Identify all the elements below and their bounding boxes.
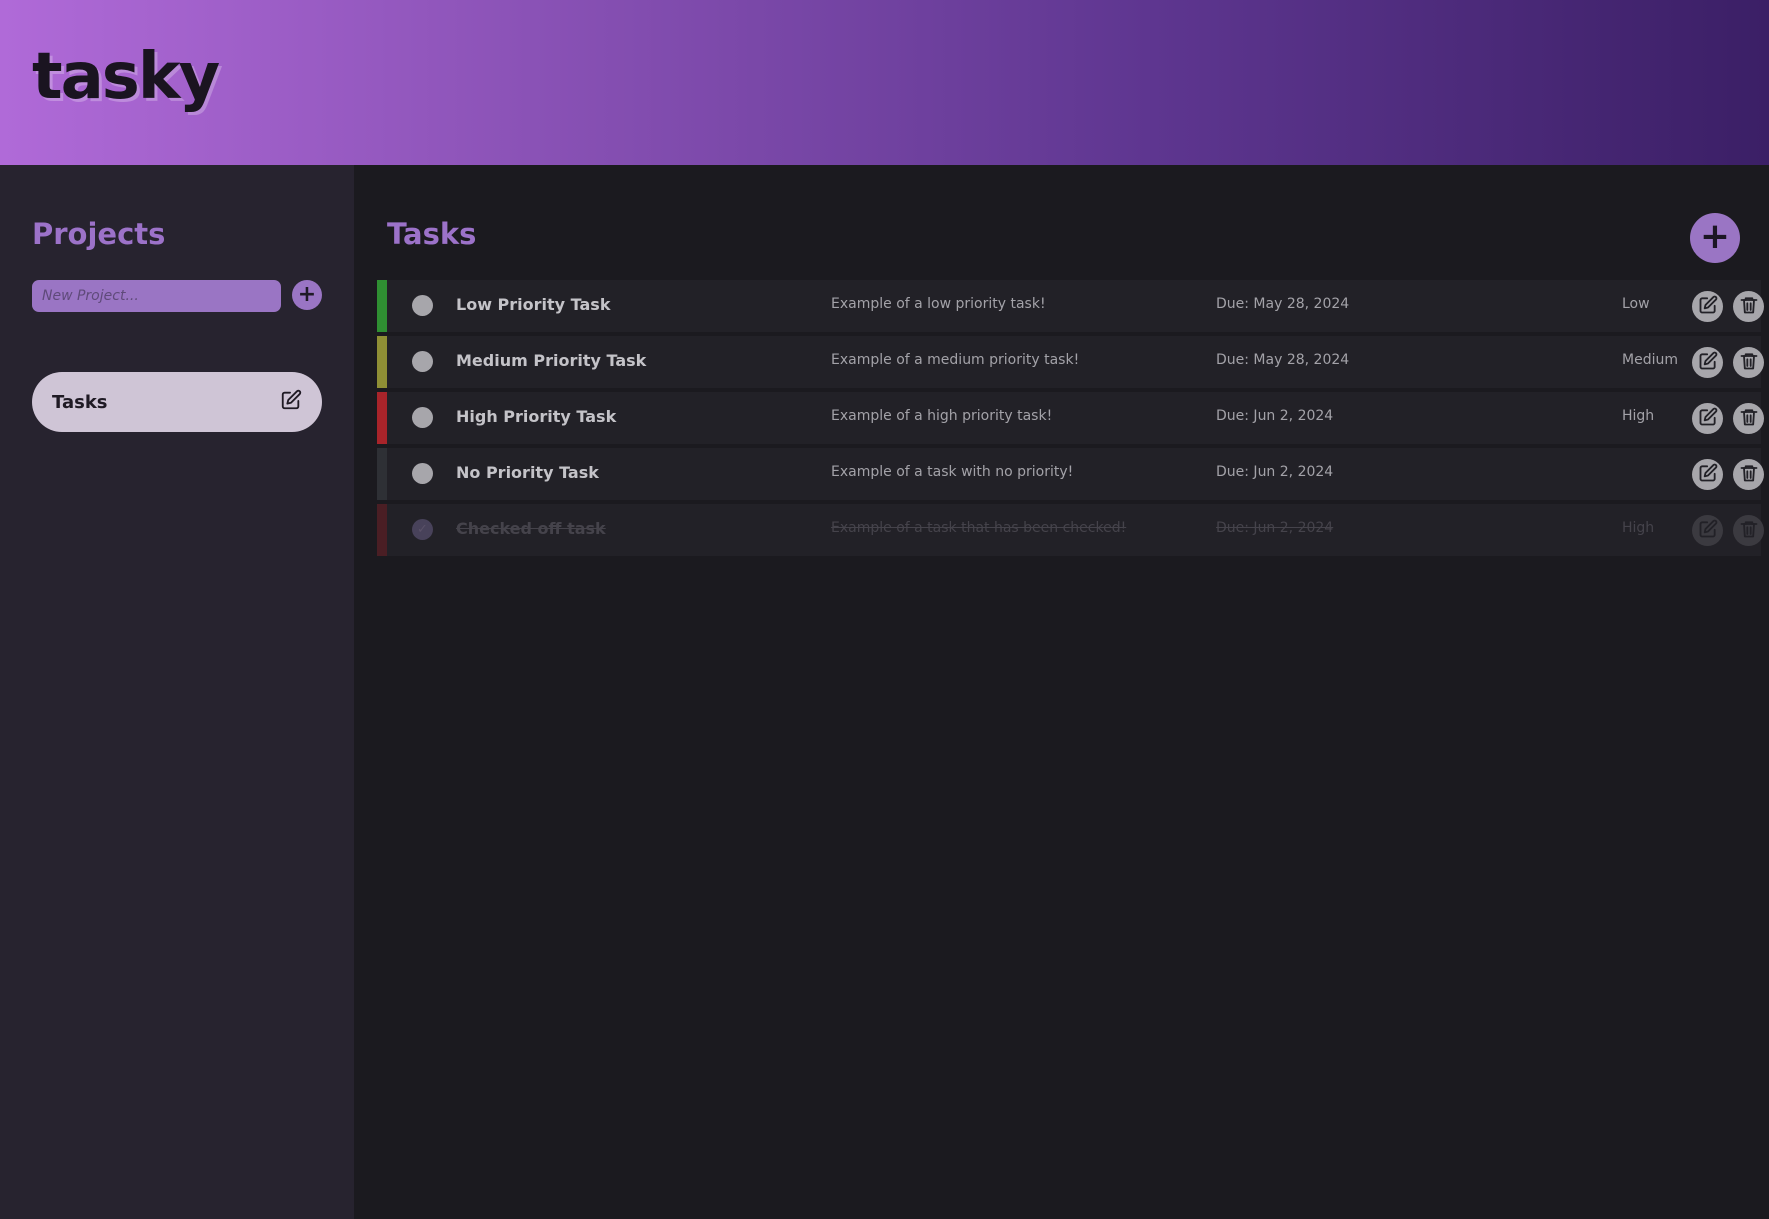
priority-indicator: [377, 280, 387, 332]
priority-indicator: [377, 392, 387, 444]
task-checkbox[interactable]: [412, 407, 433, 428]
task-priority-label: High: [1622, 408, 1655, 424]
task-row[interactable]: Low Priority Task Example of a low priori…: [377, 280, 1764, 332]
task-row[interactable]: ✓ Checked off task Example of a task that …: [377, 504, 1764, 556]
priority-indicator: [377, 448, 387, 500]
task-name: Medium Priority Task: [456, 351, 647, 370]
task-checkbox[interactable]: [412, 351, 433, 372]
task-name: Low Priority Task: [456, 295, 611, 314]
task-description: Example of a task with no priority!: [831, 464, 1074, 480]
task-description: Example of a high priority task!: [831, 408, 1053, 424]
edit-icon[interactable]: [280, 389, 302, 415]
delete-task-button[interactable]: [1733, 291, 1764, 322]
task-checkbox[interactable]: ✓: [412, 519, 433, 540]
tasks-title: Tasks: [387, 217, 477, 251]
task-priority-label: Low: [1622, 296, 1650, 312]
delete-task-button[interactable]: [1733, 347, 1764, 378]
task-row[interactable]: No Priority Task Example of a task with n…: [377, 448, 1764, 500]
task-description: Example of a low priority task!: [831, 296, 1046, 312]
delete-task-button[interactable]: [1733, 515, 1764, 546]
delete-task-button[interactable]: [1733, 459, 1764, 490]
task-priority-label: Medium: [1622, 352, 1678, 368]
task-name: High Priority Task: [456, 407, 617, 426]
task-row[interactable]: Medium Priority Task Example of a medium …: [377, 336, 1764, 388]
task-name: Checked off task: [456, 519, 606, 538]
edit-task-button[interactable]: [1692, 403, 1723, 434]
add-task-button[interactable]: +: [1690, 213, 1740, 263]
project-item-tasks[interactable]: Tasks: [32, 372, 322, 432]
trash-icon: [1739, 295, 1759, 319]
task-name: No Priority Task: [456, 463, 599, 482]
edit-task-button[interactable]: [1692, 347, 1723, 378]
task-description: Example of a task that has been checked!: [831, 520, 1127, 536]
trash-icon: [1739, 519, 1759, 543]
task-priority-label: High: [1622, 520, 1655, 536]
task-description: Example of a medium priority task!: [831, 352, 1080, 368]
task-due-date: Due: Jun 2, 2024: [1216, 464, 1334, 480]
edit-icon: [1698, 519, 1718, 543]
edit-icon: [1698, 463, 1718, 487]
trash-icon: [1739, 407, 1759, 431]
task-row[interactable]: High Priority Task Example of a high prio…: [377, 392, 1764, 444]
plus-icon: +: [1699, 216, 1731, 257]
task-due-date: Due: Jun 2, 2024: [1216, 520, 1334, 536]
main-panel: Tasks + Low Priority Task Example of a lo…: [354, 165, 1769, 1219]
task-due-date: Due: May 28, 2024: [1216, 352, 1350, 368]
priority-indicator: [377, 504, 387, 556]
edit-task-button[interactable]: [1692, 291, 1723, 322]
task-checkbox[interactable]: [412, 295, 433, 316]
app-header: tasky: [0, 0, 1769, 165]
edit-icon: [1698, 295, 1718, 319]
edit-icon: [1698, 407, 1718, 431]
projects-title: Projects: [32, 217, 166, 251]
task-due-date: Due: Jun 2, 2024: [1216, 408, 1334, 424]
edit-task-button[interactable]: [1692, 459, 1723, 490]
delete-task-button[interactable]: [1733, 403, 1764, 434]
project-label: Tasks: [52, 391, 108, 413]
check-icon: ✓: [417, 522, 428, 537]
new-project-input[interactable]: [32, 280, 281, 312]
edit-icon: [1698, 351, 1718, 375]
priority-indicator: [377, 336, 387, 388]
edit-task-button[interactable]: [1692, 515, 1723, 546]
app-logo: tasky: [32, 40, 220, 114]
task-due-date: Due: May 28, 2024: [1216, 296, 1350, 312]
task-checkbox[interactable]: [412, 463, 433, 484]
add-project-button[interactable]: +: [292, 280, 322, 310]
trash-icon: [1739, 351, 1759, 375]
sidebar: Projects + Tasks: [0, 165, 354, 1219]
trash-icon: [1739, 463, 1759, 487]
plus-icon: +: [297, 282, 317, 307]
